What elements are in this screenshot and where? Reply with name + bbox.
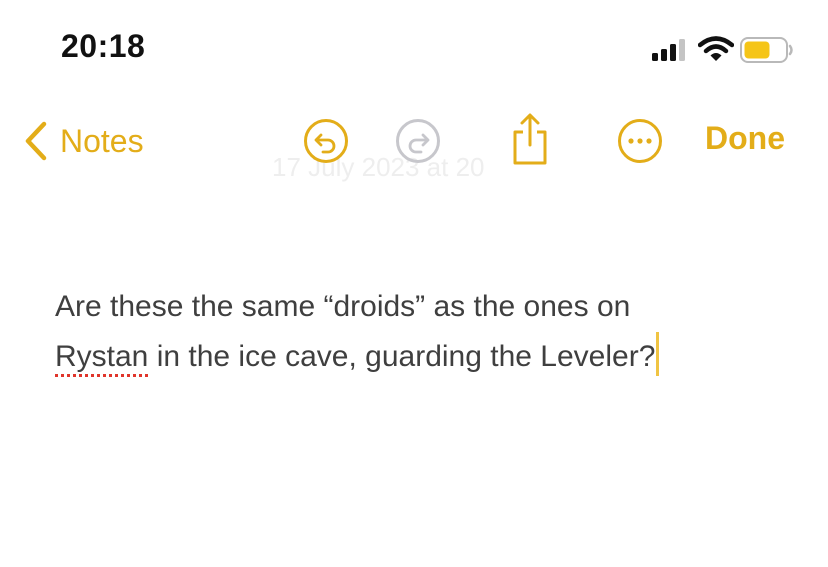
chevron-left-icon [25,121,47,161]
undo-icon[interactable] [303,118,349,164]
more-icon[interactable] [617,118,663,164]
done-button[interactable]: Done [705,120,785,157]
battery-icon [740,37,793,63]
redo-icon[interactable] [395,118,441,164]
back-button[interactable]: Notes [22,116,144,166]
signal-bars-icon [652,39,685,61]
note-line-1: Are these the same “droids” as the ones … [55,290,631,323]
note-body[interactable]: Are these the same “droids” as the ones … [55,282,775,382]
text-cursor [656,332,660,376]
wifi-icon [698,36,734,61]
share-icon[interactable] [508,112,552,166]
status-time: 20:18 [61,28,146,64]
back-label: Notes [60,122,144,159]
note-line-2-text: in the ice cave, guarding the Leveler? [148,340,656,373]
note-line-2: Rystan in the ice cave, guarding the Lev… [55,332,775,382]
misspelled-word[interactable]: Rystan [55,340,148,373]
